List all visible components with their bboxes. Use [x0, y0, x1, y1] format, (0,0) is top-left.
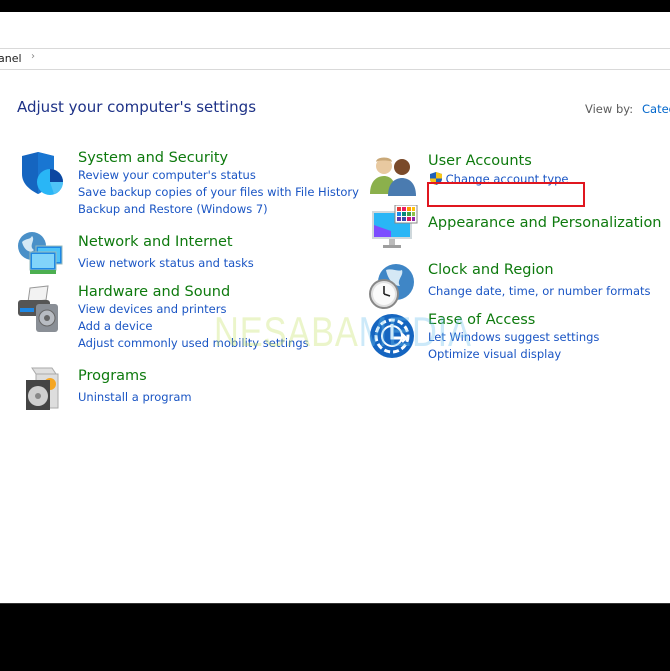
- view-network-status-link[interactable]: View network status and tasks: [78, 255, 254, 272]
- address-bar[interactable]: anel ›: [0, 48, 670, 70]
- programs-disc-icon[interactable]: [22, 366, 64, 416]
- shield-icon[interactable]: [18, 150, 66, 202]
- view-by-label: View by:: [585, 102, 634, 116]
- category-programs: Programs Uninstall a program: [78, 368, 192, 406]
- category-network-and-internet: Network and Internet View network status…: [78, 234, 254, 272]
- highlight-box: [427, 182, 585, 207]
- control-panel-window: anel › Adjust your computer's settings V…: [0, 12, 670, 603]
- backup-restore-link[interactable]: Backup and Restore (Windows 7): [78, 201, 359, 218]
- bottom-black-bar: [0, 603, 670, 671]
- network-icon[interactable]: [16, 230, 66, 280]
- programs-link[interactable]: Programs: [78, 368, 192, 385]
- watermark: NESABAMEDIA: [214, 308, 472, 356]
- category-clock-and-region: Clock and Region Change date, time, or n…: [428, 262, 651, 300]
- file-history-link[interactable]: Save backup copies of your files with Fi…: [78, 184, 359, 201]
- clock-and-region-link[interactable]: Clock and Region: [428, 262, 651, 279]
- network-and-internet-link[interactable]: Network and Internet: [78, 234, 254, 251]
- category-appearance-and-personalization: Appearance and Personalization: [428, 215, 662, 232]
- hardware-and-sound-link[interactable]: Hardware and Sound: [78, 284, 309, 301]
- appearance-and-personalization-link[interactable]: Appearance and Personalization: [428, 215, 662, 232]
- breadcrumb-control-panel[interactable]: anel: [0, 52, 22, 65]
- globe-clock-icon[interactable]: [368, 262, 418, 314]
- category-system-and-security: System and Security Review your computer…: [78, 150, 359, 218]
- uninstall-program-link[interactable]: Uninstall a program: [78, 389, 192, 406]
- user-accounts-link[interactable]: User Accounts: [428, 153, 569, 170]
- watermark-part1: NESABA: [214, 308, 359, 355]
- monitor-palette-icon[interactable]: [371, 204, 419, 255]
- users-icon[interactable]: [370, 154, 418, 200]
- printer-speaker-icon[interactable]: [16, 284, 66, 338]
- system-and-security-link[interactable]: System and Security: [78, 150, 359, 167]
- review-computer-status-link[interactable]: Review your computer's status: [78, 167, 359, 184]
- change-date-time-formats-link[interactable]: Change date, time, or number formats: [428, 283, 651, 300]
- breadcrumb-chevron-icon[interactable]: ›: [31, 51, 35, 62]
- view-by-dropdown[interactable]: Category: [642, 102, 670, 116]
- page-title: Adjust your computer's settings: [17, 98, 257, 116]
- top-black-bar: [0, 0, 670, 12]
- watermark-part2: MEDIA: [358, 308, 472, 355]
